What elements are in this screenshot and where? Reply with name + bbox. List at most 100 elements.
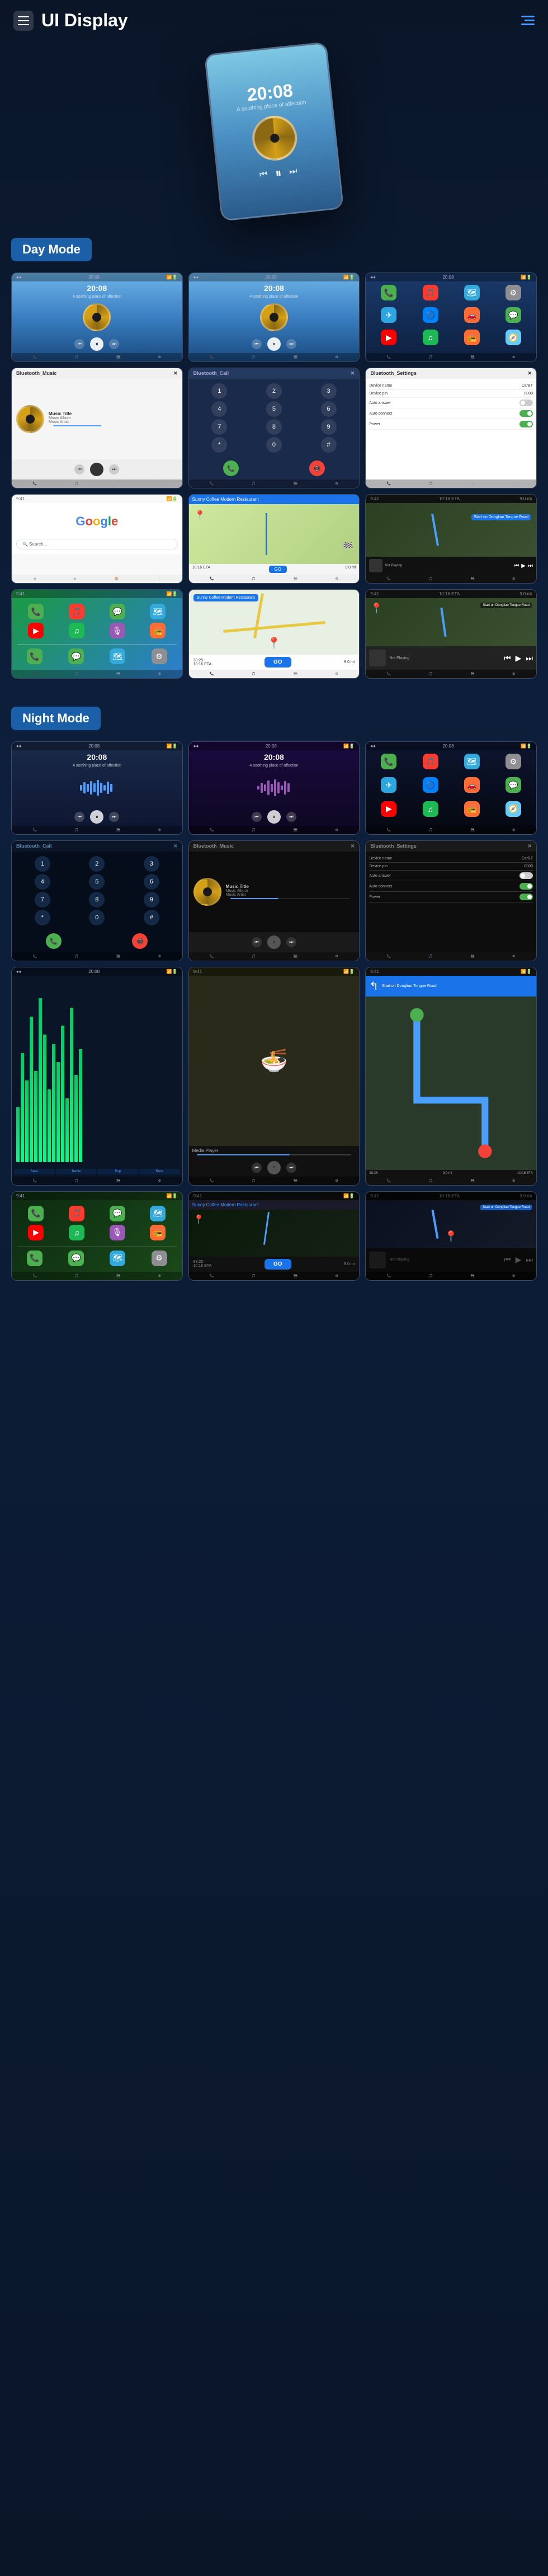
night-next-2[interactable]: ⏭ (286, 812, 296, 822)
night-cp-next[interactable]: ⏭ (526, 1255, 533, 1265)
app-waze[interactable]: 🧭 (506, 330, 521, 345)
night-app-youtube[interactable]: ▶ (381, 801, 396, 817)
play-btn-1[interactable]: ⏸ (90, 337, 103, 351)
night-app-bluetooth[interactable]: 🔵 (423, 777, 438, 793)
menu-dots-icon[interactable] (521, 16, 535, 25)
night-ios-spotify[interactable]: ♫ (69, 1225, 84, 1240)
prev-btn-2[interactable]: ⏮ (252, 339, 262, 349)
night-dial-5[interactable]: 5 (89, 874, 105, 890)
next-icon[interactable]: ⏭ (289, 166, 297, 177)
app-youtube[interactable]: ▶ (381, 330, 396, 345)
play-icon[interactable]: ⏸ (275, 166, 282, 181)
cp-prev[interactable]: ⏮ (514, 563, 519, 569)
night-ios-music[interactable]: 🎵 (69, 1206, 84, 1221)
dial-5[interactable]: 5 (266, 401, 282, 417)
night-dial-8[interactable]: 8 (89, 892, 105, 908)
night-ios-dock-maps[interactable]: 🗺 (110, 1251, 125, 1266)
bt-next[interactable]: ⏭ (109, 464, 119, 474)
night-auto-connect-toggle[interactable] (519, 883, 533, 890)
night-prev-1[interactable]: ⏮ (74, 812, 84, 822)
dial-0[interactable]: 0 (266, 437, 282, 453)
bt-prev[interactable]: ⏮ (74, 464, 84, 474)
night-dial-1[interactable]: 1 (35, 856, 50, 872)
night-dial-6[interactable]: 6 (144, 874, 159, 890)
night-bt-prev[interactable]: ⏮ (252, 937, 262, 947)
next-btn-2[interactable]: ⏭ (286, 339, 296, 349)
night-cp-prev[interactable]: ⏮ (504, 1255, 511, 1265)
ios-dock-phone[interactable]: 📞 (27, 648, 42, 664)
night-dial-2[interactable]: 2 (89, 856, 105, 872)
night-ios-phone[interactable]: 📞 (28, 1206, 44, 1221)
ios-music[interactable]: 🎵 (69, 604, 84, 619)
ios-phone[interactable]: 📞 (28, 604, 44, 619)
night-ios-messages[interactable]: 💬 (110, 1206, 125, 1221)
night-ios-dock-messages[interactable]: 💬 (68, 1251, 84, 1266)
app-telegram[interactable]: ✈ (381, 307, 396, 323)
ios-youtube[interactable]: ▶ (28, 623, 44, 638)
app-settings[interactable]: ⚙ (506, 285, 521, 300)
carplay2-play[interactable]: ▶ (516, 654, 522, 663)
auto-connect-toggle[interactable] (519, 410, 533, 417)
eq-preset-4[interactable]: Rock (139, 1169, 180, 1174)
night-dial-0[interactable]: 0 (89, 910, 105, 925)
dial-3[interactable]: 3 (321, 383, 337, 399)
night-app-maps[interactable]: 🗺 (464, 754, 480, 769)
ios-dock-settings[interactable]: ⚙ (152, 648, 167, 664)
carplay2-prev[interactable]: ⏮ (504, 654, 511, 663)
night-prev-2[interactable]: ⏮ (252, 812, 262, 822)
prev-btn-1[interactable]: ⏮ (74, 339, 84, 349)
eq-preset-1[interactable]: Bass (14, 1169, 55, 1174)
ios-radio[interactable]: 📻 (150, 623, 166, 638)
next-btn-1[interactable]: ⏭ (109, 339, 119, 349)
auto-answer-toggle[interactable] (519, 399, 533, 406)
night-ios-youtube[interactable]: ▶ (28, 1225, 44, 1240)
app-messages[interactable]: 💬 (506, 307, 521, 323)
bt-play[interactable]: ⏸ (90, 463, 103, 476)
play-btn-2[interactable]: ⏸ (267, 337, 281, 351)
app-music[interactable]: 🎵 (423, 285, 438, 300)
dial-6[interactable]: 6 (321, 401, 337, 417)
hangup-btn[interactable]: 📵 (309, 460, 325, 476)
night-ios-maps[interactable]: 🗺 (150, 1206, 166, 1221)
ios-dock-maps[interactable]: 🗺 (110, 648, 125, 664)
cp-next[interactable]: ⏭ (528, 563, 533, 569)
night-next-1[interactable]: ⏭ (109, 812, 119, 822)
app-bluetooth[interactable]: 🔵 (423, 307, 438, 323)
night-bt-play[interactable]: ⏸ (267, 936, 281, 949)
power-toggle[interactable] (519, 421, 533, 427)
app-maps[interactable]: 🗺 (464, 285, 480, 300)
app-phone[interactable]: 📞 (381, 285, 396, 300)
dial-2[interactable]: 2 (266, 383, 282, 399)
night-app-music[interactable]: 🎵 (423, 754, 438, 769)
dial-4[interactable]: 4 (211, 401, 227, 417)
night-app-telegram[interactable]: ✈ (381, 777, 396, 793)
night-ios-dock-phone[interactable]: 📞 (27, 1251, 42, 1266)
night-dial-7[interactable]: 7 (35, 892, 50, 908)
night-play-2[interactable]: ⏸ (267, 810, 281, 824)
ios-spotify[interactable]: ♫ (69, 623, 84, 638)
answer-btn[interactable]: 📞 (223, 460, 239, 476)
prev-icon[interactable]: ⏮ (259, 170, 268, 180)
night-dial-star[interactable]: * (35, 910, 50, 925)
carplay2-next[interactable]: ⏭ (526, 654, 533, 663)
night-answer-btn[interactable]: 📞 (46, 933, 62, 949)
ios-dock-messages[interactable]: 💬 (68, 648, 84, 664)
ios-messages[interactable]: 💬 (110, 604, 125, 619)
app-spotify[interactable]: ♫ (423, 330, 438, 345)
night-bt-next[interactable]: ⏭ (286, 937, 296, 947)
night-auto-answer-toggle[interactable] (519, 872, 533, 879)
dial-star[interactable]: * (211, 437, 227, 453)
night-dial-hash[interactable]: # (144, 910, 159, 925)
night-app-carplay[interactable]: 🚗 (464, 777, 480, 793)
dial-9[interactable]: 9 (321, 419, 337, 435)
ios-podcast[interactable]: 🎙 (110, 623, 125, 638)
night-play-1[interactable]: ⏸ (90, 810, 103, 824)
night-cp-play[interactable]: ▶ (516, 1255, 522, 1265)
food-play[interactable]: ⏸ (267, 1161, 281, 1174)
nav-go-btn[interactable]: GO (264, 657, 291, 667)
night-ios-radio[interactable]: 📻 (150, 1225, 166, 1240)
eq-preset-2[interactable]: Treble (56, 1169, 97, 1174)
night-dial-9[interactable]: 9 (144, 892, 159, 908)
ios-maps[interactable]: 🗺 (150, 604, 166, 619)
hamburger-icon[interactable] (13, 11, 34, 31)
